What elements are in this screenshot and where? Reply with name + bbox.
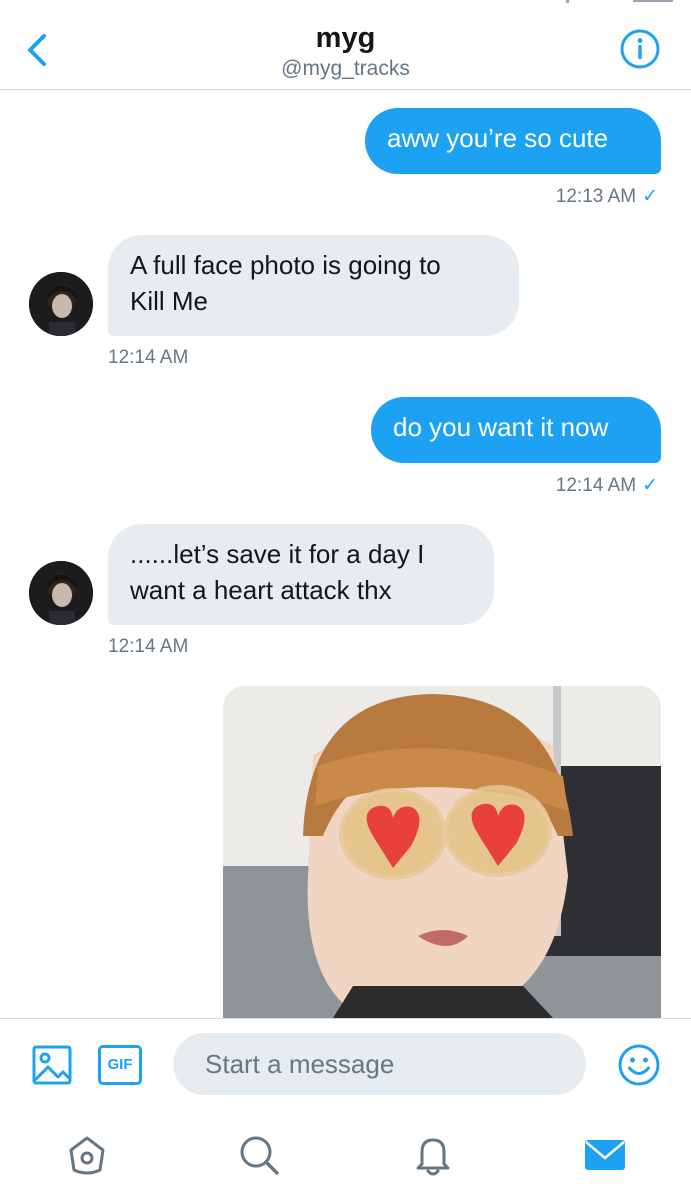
message-composer: GIF <box>0 1018 691 1110</box>
status-bar-fragment <box>566 0 569 3</box>
conversation-header: myg @myg_tracks <box>0 0 691 90</box>
read-receipt-icon: ✓ <box>642 186 658 207</box>
conversation-handle[interactable]: @myg_tracks <box>0 57 691 81</box>
message-timestamp: 12:14 AM <box>108 636 189 657</box>
message-bubble-outgoing[interactable]: aww you’re so cute <box>365 108 661 174</box>
info-icon[interactable] <box>619 28 661 70</box>
message-text-line: A full face photo is going to <box>130 250 441 280</box>
message-timestamp: 12:13 AM ✓ <box>555 186 658 207</box>
bottom-tab-bar <box>0 1110 691 1200</box>
message-text-line: ......let’s save it for a day I <box>130 539 425 569</box>
read-receipt-icon: ✓ <box>642 475 658 496</box>
search-icon[interactable] <box>236 1132 282 1178</box>
message-text-line: Kill Me <box>130 286 209 316</box>
image-icon[interactable] <box>30 1043 74 1087</box>
emoji-icon[interactable] <box>617 1043 661 1087</box>
gif-button[interactable]: GIF <box>98 1045 142 1085</box>
status-bar-fragment <box>633 0 673 2</box>
home-icon[interactable] <box>64 1132 110 1178</box>
message-input[interactable] <box>173 1033 586 1095</box>
message-timestamp: 12:14 AM <box>108 347 189 368</box>
avatar[interactable] <box>29 561 93 625</box>
message-timestamp: 12:14 AM ✓ <box>555 475 658 496</box>
message-bubble-incoming[interactable]: ......let’s save it for a day I want a h… <box>108 524 494 625</box>
message-bubble-outgoing[interactable]: do you want it now <box>371 397 661 463</box>
avatar[interactable] <box>29 272 93 336</box>
message-photo[interactable] <box>223 686 661 1018</box>
conversation-title[interactable]: myg <box>0 22 691 55</box>
message-text: do you want it now <box>393 412 609 442</box>
envelope-icon[interactable] <box>582 1132 628 1178</box>
message-bubble-incoming[interactable]: A full face photo is going to Kill Me <box>108 235 519 336</box>
bell-icon[interactable] <box>410 1132 456 1178</box>
message-text-line: want a heart attack thx <box>130 575 392 605</box>
message-text: aww you’re so cute <box>387 123 609 153</box>
